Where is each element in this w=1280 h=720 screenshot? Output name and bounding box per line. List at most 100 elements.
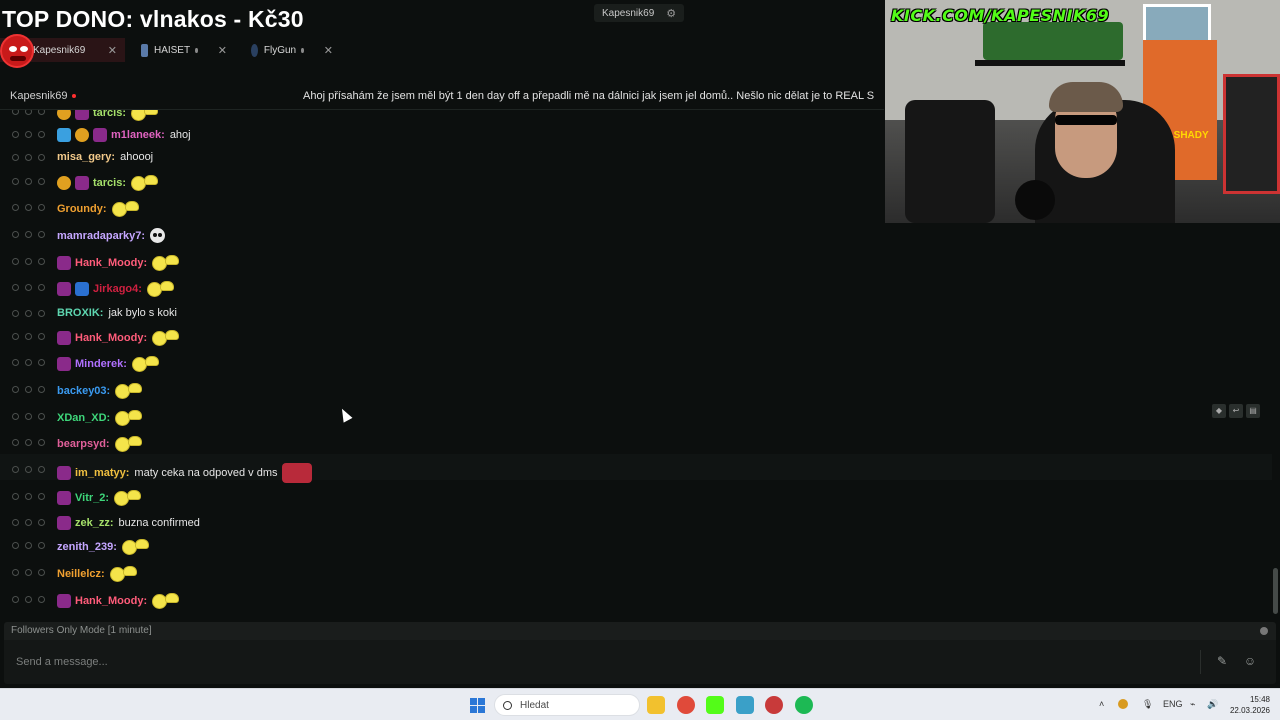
info-icon[interactable] bbox=[1260, 627, 1268, 635]
chat-scrollbar[interactable] bbox=[1272, 110, 1280, 620]
chat-messages[interactable]: ◆ ↩ ▤ tarcis: m1laneek: ahoj misa_gery: ahoooj t… bbox=[0, 110, 1272, 620]
spotify-icon[interactable] bbox=[795, 696, 813, 714]
pin-icon[interactable] bbox=[38, 596, 45, 603]
pin-icon[interactable] bbox=[38, 131, 45, 138]
ban-icon[interactable] bbox=[12, 110, 19, 115]
timeout-icon[interactable] bbox=[25, 110, 32, 115]
ban-icon[interactable] bbox=[12, 413, 19, 420]
tab-haiset[interactable]: HAISET ✕ bbox=[135, 38, 235, 62]
network-app-icon[interactable] bbox=[736, 696, 754, 714]
pin-icon[interactable] bbox=[38, 519, 45, 526]
pin-icon[interactable] bbox=[38, 333, 45, 340]
gear-icon[interactable]: ⚙ bbox=[666, 7, 676, 20]
pin-icon[interactable] bbox=[38, 178, 45, 185]
taskbar-clock[interactable]: 15:48 22.03.2026 bbox=[1226, 694, 1270, 716]
chat-username[interactable]: Neillelcz: bbox=[57, 568, 105, 580]
timeout-icon[interactable] bbox=[25, 154, 32, 161]
close-icon[interactable]: ✕ bbox=[198, 44, 227, 57]
reply-icon[interactable]: ↩ bbox=[1229, 404, 1243, 418]
taskbar-search[interactable]: Hledat bbox=[494, 694, 640, 716]
timeout-icon[interactable] bbox=[25, 359, 32, 366]
pin-icon[interactable] bbox=[38, 284, 45, 291]
chat-username[interactable]: Vitr_2: bbox=[75, 492, 109, 504]
ban-icon[interactable] bbox=[12, 359, 19, 366]
ban-icon[interactable] bbox=[12, 439, 19, 446]
emote-picker-icon[interactable]: ✎ bbox=[1214, 654, 1230, 668]
obs-icon[interactable] bbox=[765, 696, 783, 714]
timeout-icon[interactable] bbox=[25, 231, 32, 238]
tray-app-icon[interactable] bbox=[1118, 699, 1128, 709]
pin-icon[interactable] bbox=[38, 466, 45, 473]
ban-icon[interactable] bbox=[12, 131, 19, 138]
streamer-name[interactable]: Kapesnik69 bbox=[10, 90, 76, 102]
ban-icon[interactable] bbox=[12, 596, 19, 603]
ban-icon[interactable] bbox=[12, 386, 19, 393]
pin-icon[interactable] bbox=[38, 204, 45, 211]
chat-username[interactable]: Hank_Moody: bbox=[75, 257, 147, 269]
pin-icon[interactable] bbox=[38, 110, 45, 115]
timeout-icon[interactable] bbox=[25, 519, 32, 526]
close-icon[interactable]: ✕ bbox=[304, 44, 333, 57]
timeout-icon[interactable] bbox=[25, 413, 32, 420]
chat-username[interactable]: backey03: bbox=[57, 385, 110, 397]
timeout-icon[interactable] bbox=[25, 333, 32, 340]
chat-username[interactable]: tarcis: bbox=[93, 110, 126, 119]
ban-icon[interactable] bbox=[12, 178, 19, 185]
kick-app-icon[interactable] bbox=[706, 696, 724, 714]
ban-icon[interactable] bbox=[12, 258, 19, 265]
timeout-icon[interactable] bbox=[25, 258, 32, 265]
timeout-icon[interactable] bbox=[25, 131, 32, 138]
pin-icon[interactable] bbox=[38, 439, 45, 446]
ban-icon[interactable] bbox=[12, 519, 19, 526]
pin-icon[interactable] bbox=[38, 258, 45, 265]
pin-icon[interactable]: ◆ bbox=[1212, 404, 1226, 418]
ban-icon[interactable] bbox=[12, 204, 19, 211]
pin-icon[interactable] bbox=[38, 310, 45, 317]
chat-username[interactable]: tarcis: bbox=[93, 177, 126, 189]
volume-icon[interactable]: 🔊 bbox=[1207, 699, 1218, 710]
timeout-icon[interactable] bbox=[25, 493, 32, 500]
ban-icon[interactable] bbox=[12, 333, 19, 340]
ban-icon[interactable] bbox=[12, 569, 19, 576]
chat-username[interactable]: im_matyy: bbox=[75, 467, 129, 479]
tab-flygun[interactable]: FlyGun ✕ bbox=[245, 38, 341, 62]
pin-icon[interactable] bbox=[38, 569, 45, 576]
close-icon[interactable]: ✕ bbox=[88, 44, 117, 57]
chat-username[interactable]: Hank_Moody: bbox=[75, 595, 147, 607]
ban-icon[interactable] bbox=[12, 310, 19, 317]
microphone-icon[interactable]: 🎙 bbox=[1142, 699, 1153, 710]
delete-icon[interactable]: ▤ bbox=[1246, 404, 1260, 418]
chat-username[interactable]: Groundy: bbox=[57, 203, 107, 215]
scrollbar-thumb[interactable] bbox=[1273, 568, 1278, 614]
timeout-icon[interactable] bbox=[25, 439, 32, 446]
chat-username[interactable]: zenith_239: bbox=[57, 541, 117, 553]
pin-icon[interactable] bbox=[38, 231, 45, 238]
ban-icon[interactable] bbox=[12, 466, 19, 473]
chat-username[interactable]: misa_gery: bbox=[57, 151, 115, 163]
timeout-icon[interactable] bbox=[25, 178, 32, 185]
ban-icon[interactable] bbox=[12, 493, 19, 500]
ban-icon[interactable] bbox=[12, 231, 19, 238]
chat-username[interactable]: Hank_Moody: bbox=[75, 332, 147, 344]
pin-icon[interactable] bbox=[38, 359, 45, 366]
timeout-icon[interactable] bbox=[25, 310, 32, 317]
channel-selector[interactable]: Kapesnik69 ⚙ bbox=[594, 4, 685, 22]
chat-username[interactable]: Jirkago4: bbox=[93, 283, 142, 295]
chat-username[interactable]: Minderek: bbox=[75, 358, 127, 370]
chat-username[interactable]: bearpsyd: bbox=[57, 438, 110, 450]
emoji-icon[interactable]: ☺ bbox=[1242, 654, 1258, 668]
chat-message-input[interactable] bbox=[4, 640, 1194, 684]
chat-username[interactable]: XDan_XD: bbox=[57, 412, 110, 424]
chat-username[interactable]: mamradaparky7: bbox=[57, 230, 145, 242]
ban-icon[interactable] bbox=[12, 154, 19, 161]
timeout-icon[interactable] bbox=[25, 542, 32, 549]
network-icon[interactable]: ⌁ bbox=[1190, 699, 1195, 710]
chat-username[interactable]: BROXIK: bbox=[57, 307, 103, 319]
timeout-icon[interactable] bbox=[25, 284, 32, 291]
timeout-icon[interactable] bbox=[25, 596, 32, 603]
timeout-icon[interactable] bbox=[25, 569, 32, 576]
chrome-icon[interactable] bbox=[677, 696, 695, 714]
timeout-icon[interactable] bbox=[25, 204, 32, 211]
ban-icon[interactable] bbox=[12, 284, 19, 291]
pin-icon[interactable] bbox=[38, 154, 45, 161]
